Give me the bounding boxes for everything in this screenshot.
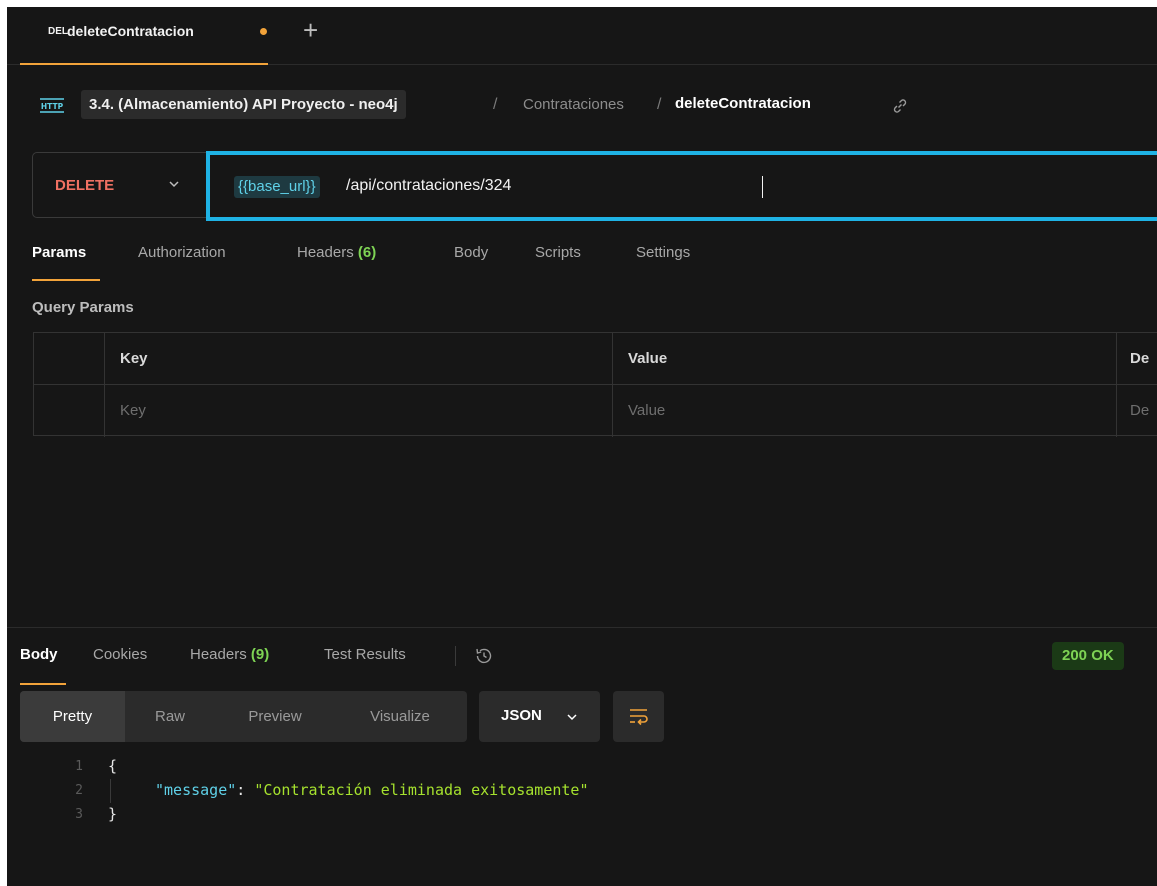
breadcrumb-collection[interactable]: 3.4. (Almacenamiento) API Proyecto - neo… — [81, 90, 406, 119]
new-tab-button[interactable]: + — [303, 15, 318, 45]
tab-bar: DEL deleteContratacion + — [7, 7, 1157, 65]
tab-title: deleteContratacion — [67, 23, 194, 39]
breadcrumb-request[interactable]: deleteContratacion — [675, 95, 811, 112]
line-number: 3 — [75, 807, 83, 822]
query-params-table: Key Value De Key Value De — [33, 332, 1157, 437]
wrap-lines-button[interactable] — [613, 691, 664, 742]
column-divider — [612, 333, 613, 437]
response-tab-headers[interactable]: Headers (9) — [190, 646, 269, 663]
request-tabs: Params Authorization Headers (6) Body Sc… — [7, 242, 1157, 282]
http-icon: HTTP — [40, 98, 64, 113]
svg-text:HTTP: HTTP — [41, 102, 64, 111]
tab-headers-count: (6) — [357, 244, 377, 261]
json-string-value: "Contratación eliminada exitosamente" — [254, 781, 589, 799]
active-tab-indicator — [32, 279, 100, 281]
table-row: Key Value De — [34, 385, 1157, 437]
breadcrumb-separator: / — [657, 96, 662, 113]
tab-method-badge: DEL — [48, 26, 68, 37]
request-tab[interactable]: DEL deleteContratacion — [20, 7, 268, 65]
indent-guide — [110, 779, 111, 803]
tab-headers-label: Headers — [297, 244, 354, 261]
response-tabs: Body Cookies Headers (9) Test Results 20… — [7, 640, 1157, 685]
tab-body[interactable]: Body — [454, 244, 488, 261]
pane-divider[interactable] — [7, 627, 1157, 628]
line-number: 1 — [75, 759, 83, 774]
breadcrumb-separator: / — [493, 96, 498, 113]
key-input[interactable]: Key — [120, 402, 146, 419]
format-select[interactable]: JSON — [479, 691, 600, 742]
view-pretty-button[interactable]: Pretty — [20, 691, 125, 742]
text-caret — [762, 176, 763, 198]
wrap-lines-icon — [630, 709, 648, 726]
column-header-value: Value — [628, 350, 668, 367]
table-header-row: Key Value De — [34, 333, 1157, 385]
response-tab-cookies[interactable]: Cookies — [93, 646, 147, 663]
tab-authorization[interactable]: Authorization — [138, 244, 226, 261]
code-key-value: "message": "Contratación eliminada exito… — [155, 781, 588, 799]
column-divider — [1116, 333, 1117, 437]
response-tab-test-results[interactable]: Test Results — [324, 646, 406, 663]
response-headers-label: Headers — [190, 646, 247, 663]
url-path: /api/contrataciones/324 — [346, 177, 512, 194]
response-tab-body[interactable]: Body — [20, 646, 58, 663]
json-key: "message" — [155, 781, 237, 799]
code-line: 2 "message": "Contratación eliminada exi… — [7, 779, 1157, 803]
view-raw-button[interactable]: Raw — [130, 691, 210, 742]
tab-separator — [455, 646, 456, 666]
method-select[interactable]: DELETE — [32, 152, 208, 218]
code-line: 3 } — [7, 803, 1157, 827]
view-preview-button[interactable]: Preview — [220, 691, 330, 742]
value-input[interactable]: Value — [628, 402, 665, 419]
app-window: DEL deleteContratacion + HTTP 3.4. (Alma… — [7, 7, 1157, 886]
tab-headers[interactable]: Headers (6) — [297, 244, 376, 261]
active-tab-indicator — [20, 683, 66, 685]
unsaved-dot-icon — [260, 28, 267, 35]
line-number: 2 — [75, 783, 83, 798]
column-divider — [104, 333, 105, 437]
query-params-title: Query Params — [32, 299, 134, 316]
tab-params[interactable]: Params — [32, 244, 86, 261]
view-visualize-button[interactable]: Visualize — [340, 691, 460, 742]
code-close-brace: } — [108, 805, 118, 823]
url-variable-token[interactable]: {{base_url}} — [234, 176, 320, 198]
format-label: JSON — [501, 707, 542, 724]
code-line: 1 { — [7, 755, 1157, 779]
tab-scripts[interactable]: Scripts — [535, 244, 581, 261]
breadcrumb: HTTP 3.4. (Almacenamiento) API Proyecto … — [7, 87, 1157, 121]
response-headers-count: (9) — [250, 646, 270, 663]
chevron-down-icon — [169, 181, 179, 188]
method-label: DELETE — [55, 177, 115, 194]
url-input[interactable]: {{base_url}} /api/contrataciones/324 — [206, 151, 1157, 221]
view-mode-group: Pretty Raw Preview Visualize — [20, 691, 467, 742]
status-badge[interactable]: 200 OK — [1052, 642, 1124, 670]
link-icon[interactable] — [891, 97, 909, 115]
json-colon: : — [236, 781, 255, 799]
description-input[interactable]: De — [1130, 402, 1149, 419]
code-open-brace: { — [108, 757, 118, 775]
column-header-description: De — [1130, 350, 1150, 367]
history-icon[interactable] — [473, 645, 495, 667]
chevron-down-icon — [567, 714, 577, 721]
breadcrumb-folder[interactable]: Contrataciones — [523, 96, 624, 113]
tab-settings[interactable]: Settings — [636, 244, 690, 261]
column-header-key: Key — [120, 350, 148, 367]
